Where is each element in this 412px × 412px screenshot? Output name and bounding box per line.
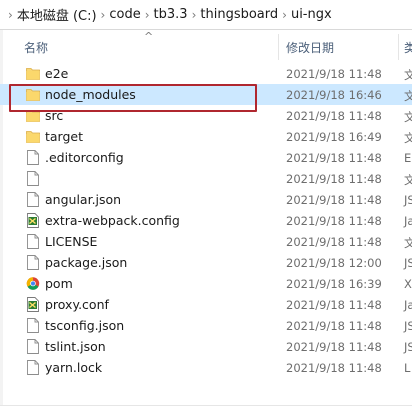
file-type: Ja xyxy=(404,214,412,228)
script-file-icon xyxy=(26,297,40,312)
file-row[interactable]: 2021/9/18 11:48 文 xyxy=(0,168,412,189)
breadcrumb-thingsboard[interactable]: thingsboard xyxy=(200,7,278,22)
file-modified-date: 2021/9/18 11:48 xyxy=(286,361,382,375)
breadcrumb-tb33[interactable]: tb3.3 xyxy=(154,7,188,22)
file-row[interactable]: extra-webpack.config 2021/9/18 11:48 Ja xyxy=(0,210,412,231)
file-modified-date: 2021/9/18 11:48 xyxy=(286,67,382,81)
file-name: pom xyxy=(45,276,73,291)
file-modified-date: 2021/9/18 11:48 xyxy=(286,151,382,165)
breadcrumb-separator[interactable]: › xyxy=(101,8,106,22)
file-type: 文 xyxy=(404,131,412,145)
file-row[interactable]: LICENSE 2021/9/18 11:48 文 xyxy=(0,231,412,252)
chrome-file-icon xyxy=(26,276,40,291)
address-bar-chevron-icon[interactable]: › xyxy=(8,8,13,22)
file-icon xyxy=(26,192,40,207)
breadcrumb-separator[interactable]: › xyxy=(192,8,197,22)
file-row[interactable]: package.json 2021/9/18 12:00 JS xyxy=(0,252,412,273)
file-name: proxy.conf xyxy=(45,297,109,312)
file-modified-date: 2021/9/18 11:48 xyxy=(286,172,382,186)
file-name: target xyxy=(45,129,84,144)
file-type: JS xyxy=(404,340,412,354)
file-row[interactable]: tslint.json 2021/9/18 11:48 JS xyxy=(0,336,412,357)
file-row[interactable]: proxy.conf 2021/9/18 11:48 Ja xyxy=(0,294,412,315)
file-type: 文 xyxy=(404,89,412,103)
file-modified-date: 2021/9/18 16:46 xyxy=(286,88,382,102)
file-modified-date: 2021/9/18 16:49 xyxy=(286,130,382,144)
file-modified-date: 2021/9/18 11:48 xyxy=(286,235,382,249)
column-divider[interactable] xyxy=(278,34,279,60)
file-icon xyxy=(26,318,40,333)
file-type: 文 xyxy=(404,110,412,124)
file-type: JS xyxy=(404,256,412,270)
column-header-modified[interactable]: 修改日期 xyxy=(286,39,334,56)
script-file-icon xyxy=(26,213,40,228)
file-type: 文 xyxy=(404,173,412,187)
file-type: JS xyxy=(404,319,412,333)
file-type: 文 xyxy=(404,236,412,250)
file-name: angular.json xyxy=(45,192,122,207)
file-list: e2e 2021/9/18 11:48 文 node_modules 2021/9/18… xyxy=(0,63,412,378)
file-row[interactable]: target 2021/9/18 16:49 文 xyxy=(0,126,412,147)
folder-icon xyxy=(26,108,40,123)
column-divider[interactable] xyxy=(398,34,399,60)
file-type: Ja xyxy=(404,298,412,312)
file-icon xyxy=(26,360,40,375)
file-row[interactable]: e2e 2021/9/18 11:48 文 xyxy=(0,63,412,84)
file-icon xyxy=(26,171,40,186)
file-row[interactable]: pom 2021/9/18 16:39 X xyxy=(0,273,412,294)
file-modified-date: 2021/9/18 11:48 xyxy=(286,340,382,354)
file-type: L xyxy=(404,361,411,375)
file-row[interactable]: angular.json 2021/9/18 11:48 JS xyxy=(0,189,412,210)
file-name: extra-webpack.config xyxy=(45,213,180,228)
breadcrumb-separator[interactable]: › xyxy=(145,8,150,22)
file-icon xyxy=(26,339,40,354)
file-icon xyxy=(26,234,40,249)
file-row[interactable]: tsconfig.json 2021/9/18 11:48 JS xyxy=(0,315,412,336)
file-modified-date: 2021/9/18 11:48 xyxy=(286,298,382,312)
file-icon xyxy=(26,150,40,165)
file-modified-date: 2021/9/18 11:48 xyxy=(286,193,382,207)
folder-icon xyxy=(26,129,40,144)
file-name: tslint.json xyxy=(45,339,106,354)
breadcrumb-code[interactable]: code xyxy=(109,7,140,22)
folder-icon xyxy=(26,87,40,102)
file-name: package.json xyxy=(45,255,128,270)
file-row[interactable]: yarn.lock 2021/9/18 11:48 L xyxy=(0,357,412,378)
file-modified-date: 2021/9/18 11:48 xyxy=(286,214,382,228)
file-name: tsconfig.json xyxy=(45,318,125,333)
file-type: E xyxy=(404,151,412,165)
file-row[interactable]: node_modules 2021/9/18 16:46 文 xyxy=(0,84,412,105)
file-name: node_modules xyxy=(45,87,136,102)
file-type: JS xyxy=(404,193,412,207)
file-name: .editorconfig xyxy=(45,150,124,165)
file-icon xyxy=(26,255,40,270)
file-row[interactable]: .editorconfig 2021/9/18 11:48 E xyxy=(0,147,412,168)
file-type: X xyxy=(404,277,412,291)
file-type: 文 xyxy=(404,68,412,82)
address-bar[interactable]: › 本地磁盘 (C:) › code › tb3.3 › thingsboard… xyxy=(0,0,412,30)
sort-ascending-icon: ^ xyxy=(144,30,154,43)
file-modified-date: 2021/9/18 11:48 xyxy=(286,109,382,123)
file-modified-date: 2021/9/18 12:00 xyxy=(286,256,382,270)
breadcrumb-ui-ngx[interactable]: ui-ngx xyxy=(291,7,332,22)
file-row[interactable]: src 2021/9/18 11:48 文 xyxy=(0,105,412,126)
file-name: src xyxy=(45,108,64,123)
breadcrumb-separator[interactable]: › xyxy=(282,8,287,22)
folder-icon xyxy=(26,66,40,81)
breadcrumb-local-disk[interactable]: 本地磁盘 (C:) xyxy=(17,5,97,24)
file-modified-date: 2021/9/18 16:39 xyxy=(286,277,382,291)
file-name: yarn.lock xyxy=(45,360,103,375)
file-modified-date: 2021/9/18 11:48 xyxy=(286,319,382,333)
file-name: LICENSE xyxy=(45,234,98,249)
column-header-name[interactable]: 名称 xyxy=(24,39,48,56)
file-name: e2e xyxy=(45,66,69,81)
status-divider xyxy=(0,405,412,406)
column-header-type[interactable]: 类 xyxy=(404,39,412,56)
column-headers: ^ 名称 修改日期 类 xyxy=(0,30,412,63)
